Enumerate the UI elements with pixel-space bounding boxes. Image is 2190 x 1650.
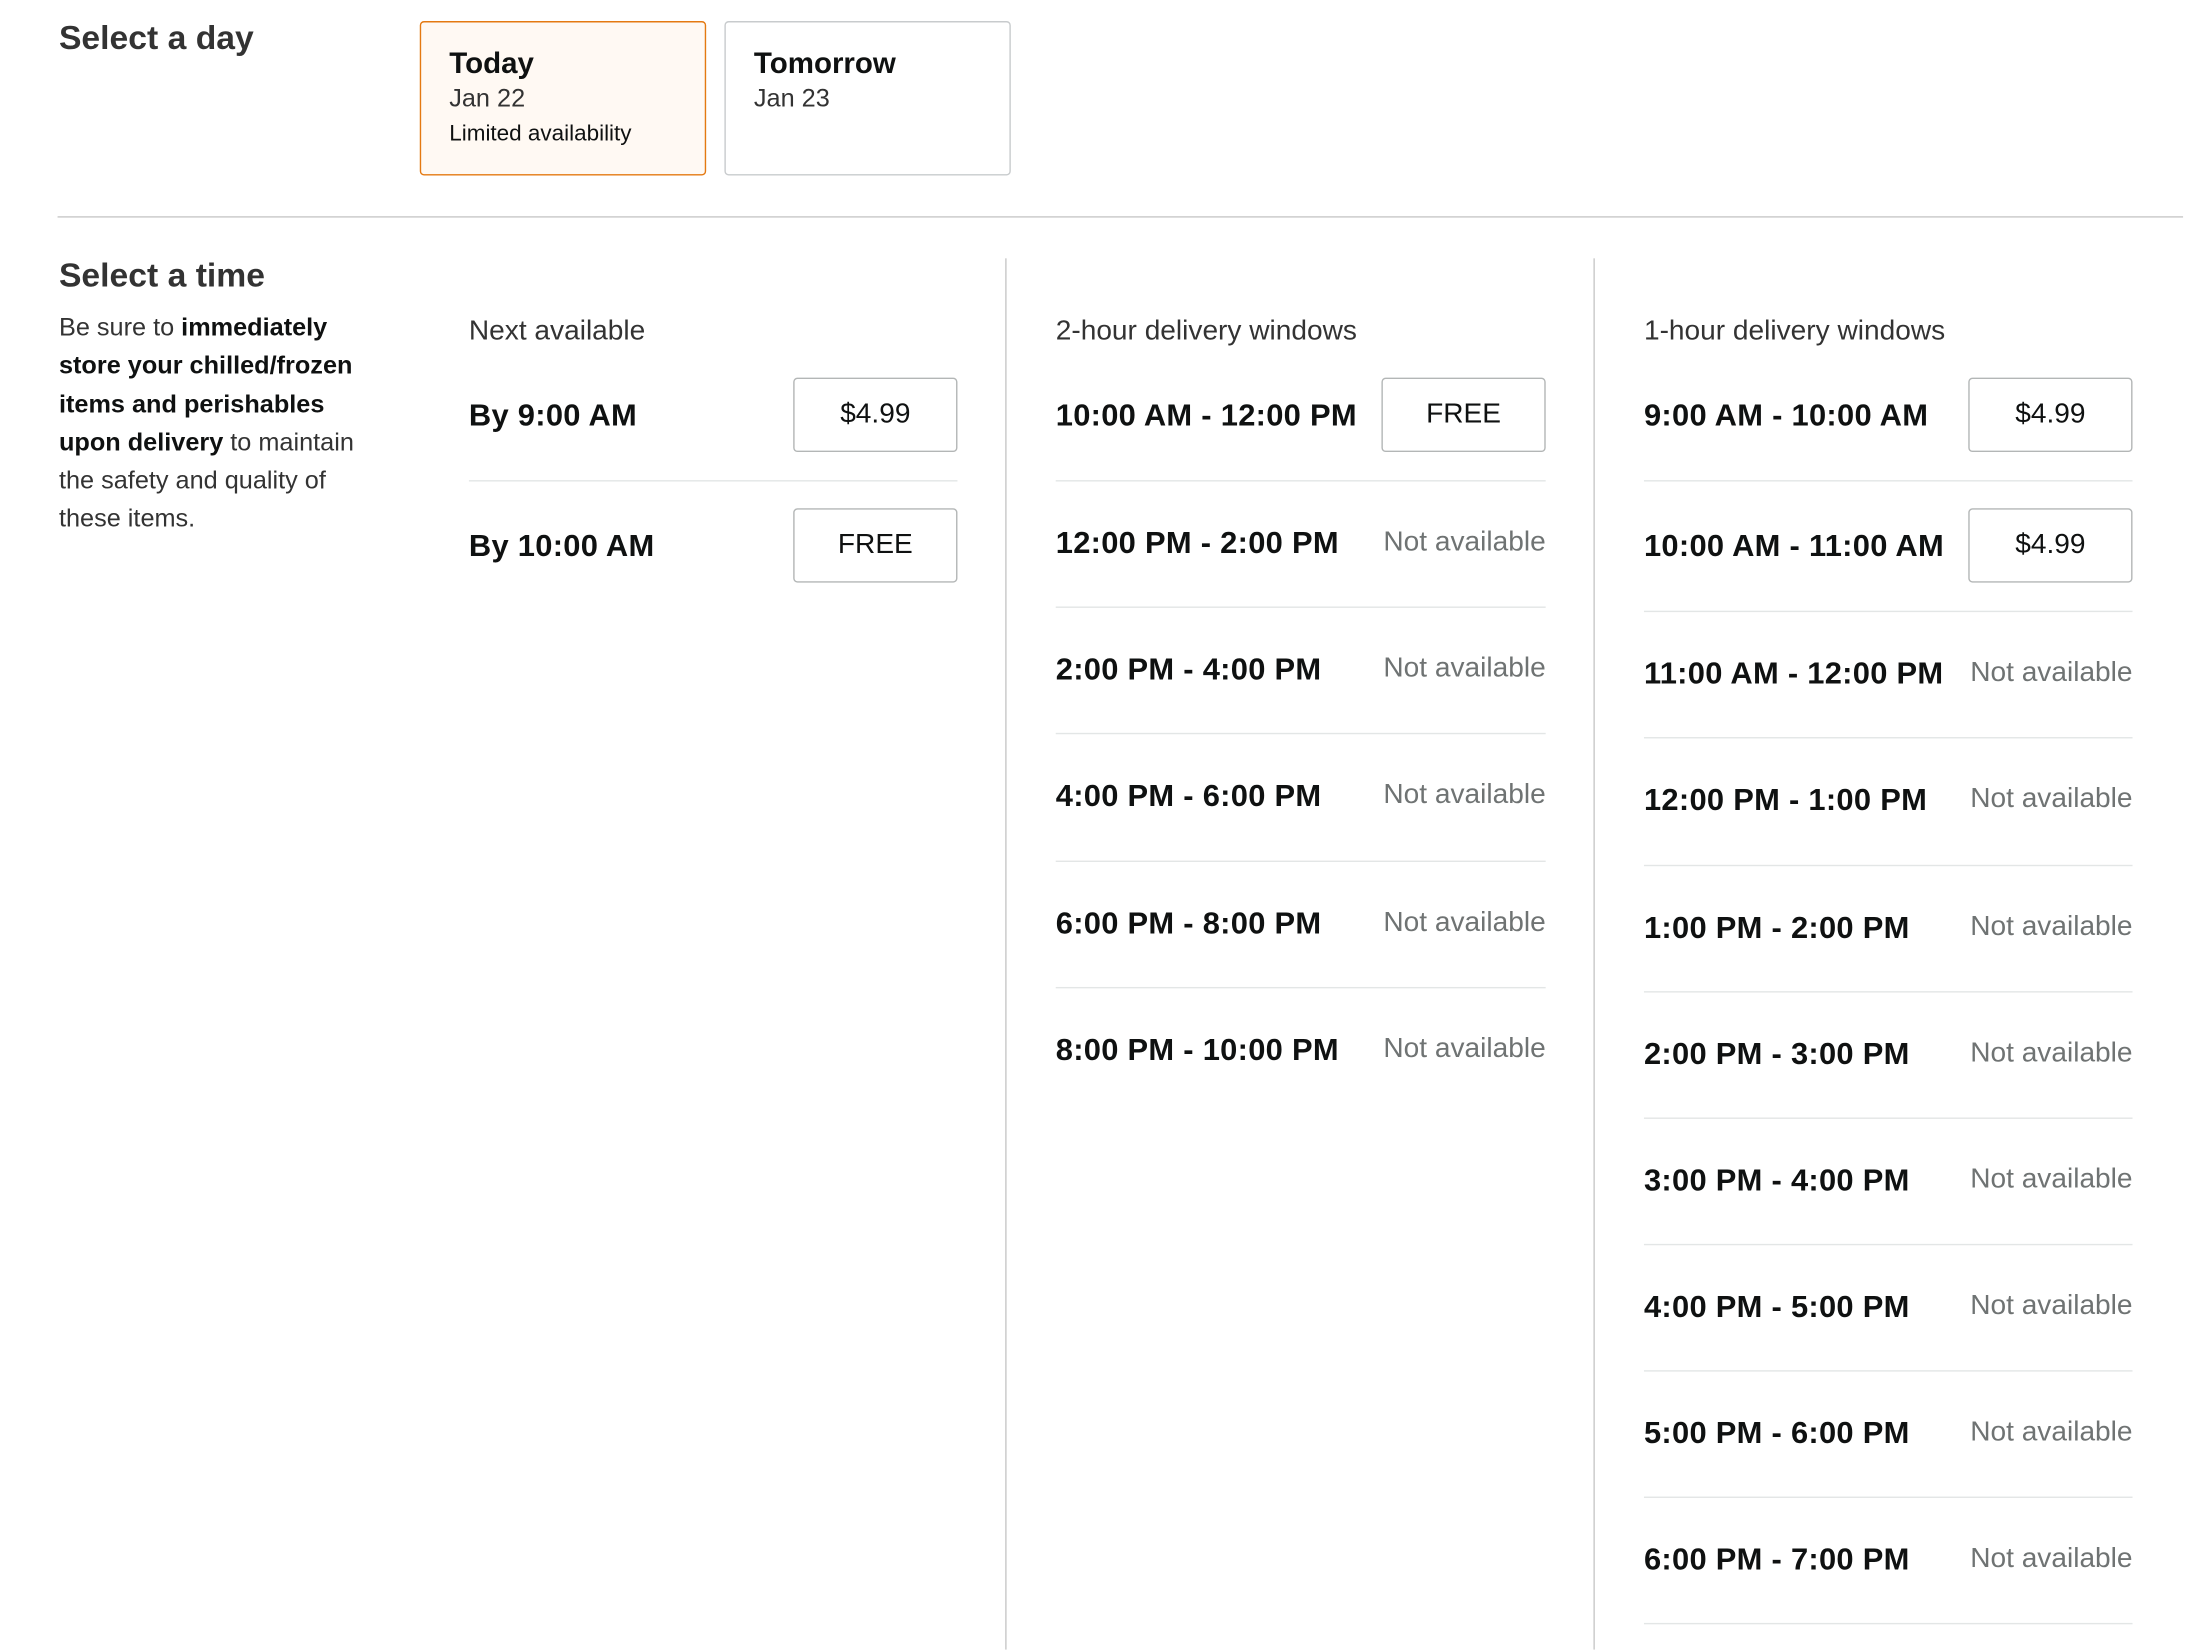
time-slot: 12:00 PM - 1:00 PM Not available (1643, 738, 2133, 867)
slot-time: 9:00 AM - 10:00 AM (1643, 397, 1929, 433)
column-divider (1593, 258, 1595, 1650)
slot-unavailable: Not available (1383, 526, 1546, 558)
time-slot: 5:00 PM - 6:00 PM Not available (1643, 1372, 2133, 1498)
day-name: Tomorrow (753, 47, 896, 81)
perishables-hint: Be sure to immediately store your chille… (59, 309, 389, 539)
slot-unavailable: Not available (1383, 906, 1546, 938)
slot-unavailable: Not available (1970, 1416, 2133, 1448)
slot-time: 5:00 PM - 6:00 PM (1643, 1415, 1910, 1451)
day-date: Jan 23 (753, 84, 830, 113)
day-option-today[interactable]: Today Jan 22 Limited availability (419, 21, 707, 176)
slot-time: 6:00 PM - 7:00 PM (1643, 1541, 1910, 1577)
time-slot: 4:00 PM - 5:00 PM Not available (1643, 1245, 2133, 1372)
slot-time: 6:00 PM - 8:00 PM (1055, 905, 1322, 941)
slot-time: 10:00 AM - 11:00 AM (1643, 527, 1944, 563)
column-heading: 2-hour delivery windows (1055, 315, 1357, 347)
column-heading: 1-hour delivery windows (1643, 315, 1946, 347)
time-slot: 6:00 PM - 7:00 PM Not available (1643, 1498, 2133, 1625)
slot-unavailable: Not available (1383, 1033, 1546, 1065)
slot-time: By 10:00 AM (468, 527, 655, 563)
time-slot: 2:00 PM - 3:00 PM Not available (1643, 993, 2133, 1119)
slot-time: 10:00 AM - 12:00 PM (1055, 397, 1357, 433)
slot-time: 12:00 PM - 1:00 PM (1643, 781, 1928, 818)
time-slot: 2:00 PM - 4:00 PM Not available (1055, 608, 1546, 735)
day-name: Today (449, 47, 534, 81)
time-slot: 4:00 PM - 6:00 PM Not available (1055, 734, 1546, 862)
slot-time: 12:00 PM - 2:00 PM (1055, 525, 1339, 561)
time-slot: 12:00 PM - 2:00 PM Not available (1055, 482, 1546, 608)
slot-time: 3:00 PM - 4:00 PM (1643, 1162, 1910, 1198)
slot-unavailable: Not available (1970, 911, 2133, 943)
slot-price-button[interactable]: FREE (1381, 377, 1546, 453)
slot-price-button[interactable]: $4.99 (793, 377, 958, 453)
column-heading: Next available (468, 315, 646, 347)
delivery-scheduler: Select a day Today Jan 22 Limited availa… (0, 0, 2190, 1650)
slot-time: 4:00 PM - 6:00 PM (1055, 777, 1322, 813)
slot-unavailable: Not available (1970, 1542, 2133, 1574)
slot-time: 1:00 PM - 2:00 PM (1643, 909, 1910, 945)
time-slot: 11:00 AM - 12:00 PM Not available (1643, 612, 2133, 739)
slot-unavailable: Not available (1970, 1163, 2133, 1195)
slot-unavailable: Not available (1383, 652, 1546, 684)
column-divider (1005, 258, 1007, 1650)
slot-time: 4:00 PM - 5:00 PM (1643, 1288, 1910, 1324)
slot-unavailable: Not available (1970, 657, 2133, 688)
time-slot: 1:00 PM - 2:00 PM Not available (1643, 866, 2133, 993)
availability-note: Limited availability (449, 122, 632, 147)
slot-price-button[interactable]: FREE (793, 508, 958, 583)
slot-unavailable: Not available (1383, 779, 1546, 811)
select-time-heading: Select a time (58, 256, 265, 295)
time-slot: 10:00 AM - 11:00 AM $4.99 (1643, 482, 2133, 613)
slot-unavailable: Not available (1970, 1037, 2133, 1069)
slot-unavailable: Not available (1970, 1290, 2133, 1322)
time-slot: By 10:00 AM FREE (469, 482, 958, 608)
slot-time: 2:00 PM - 3:00 PM (1643, 1036, 1910, 1072)
slot-time: 2:00 PM - 4:00 PM (1055, 651, 1322, 687)
time-slot: 10:00 AM - 12:00 PM FREE (1055, 368, 1546, 482)
day-date: Jan 22 (449, 84, 526, 113)
slot-time: By 9:00 AM (468, 397, 638, 433)
time-slot: 8:00 PM - 10:00 PM Not available (1056, 988, 1546, 1114)
slot-unavailable: Not available (1970, 783, 2133, 815)
hint-prefix: Be sure to (58, 313, 182, 342)
time-slot: By 9:00 AM $4.99 (468, 368, 958, 482)
time-slot: 6:00 PM - 8:00 PM Not available (1055, 862, 1546, 989)
slot-time: 11:00 AM - 12:00 PM (1643, 655, 1944, 691)
section-divider (57, 216, 2184, 218)
slot-price-button[interactable]: $4.99 (1968, 377, 2133, 453)
day-option-tomorrow[interactable]: Tomorrow Jan 23 (724, 21, 1011, 176)
select-day-heading: Select a day (58, 19, 254, 58)
slot-price-button[interactable]: $4.99 (1968, 508, 2133, 583)
slot-time: 8:00 PM - 10:00 PM (1055, 1031, 1339, 1067)
time-slot: 3:00 PM - 4:00 PM Not available (1643, 1119, 2133, 1246)
time-slot: 9:00 AM - 10:00 AM $4.99 (1643, 368, 2133, 482)
